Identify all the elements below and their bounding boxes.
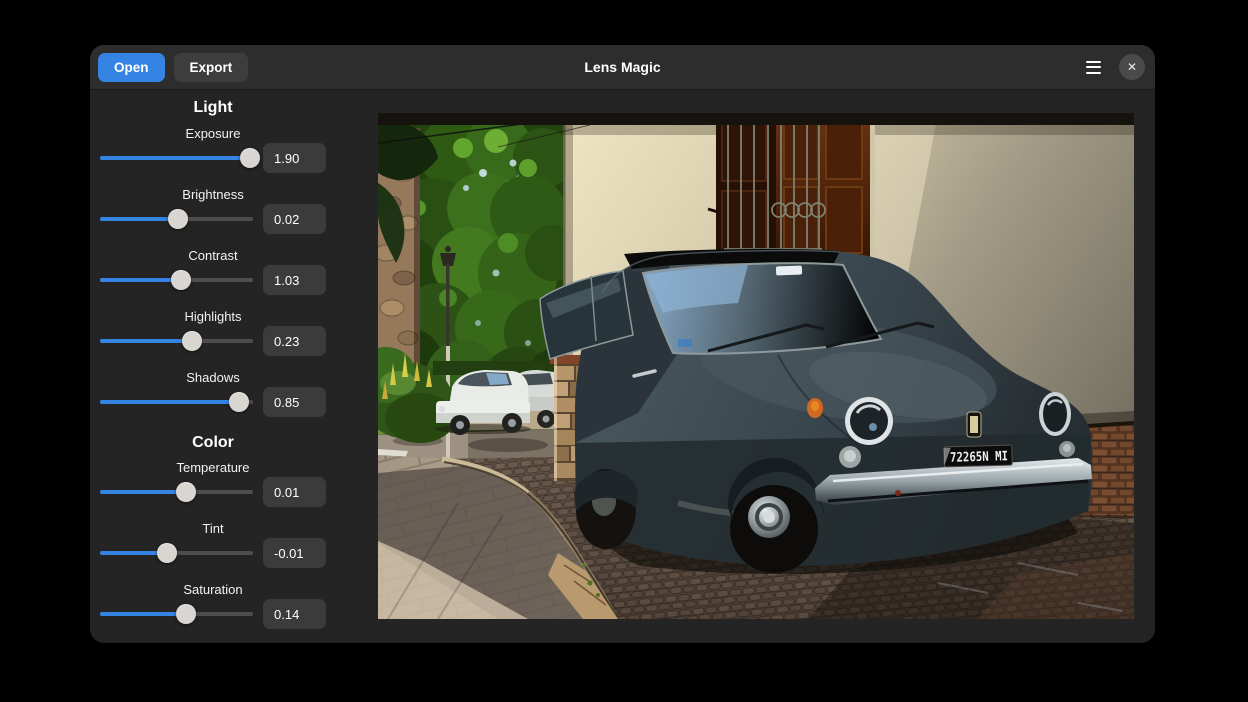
- export-button[interactable]: Export: [174, 53, 249, 82]
- exposure-slider[interactable]: [100, 143, 253, 173]
- svg-text:72265N MI: 72265N MI: [950, 449, 1008, 466]
- slider-fill: [100, 612, 186, 616]
- slider-thumb[interactable]: [171, 270, 191, 290]
- photo-svg: 72265N MI: [378, 113, 1134, 619]
- saturation-slider[interactable]: [100, 599, 253, 629]
- contrast-label: Contrast: [100, 248, 326, 264]
- door: [708, 113, 875, 268]
- exposure-label: Exposure: [100, 126, 326, 142]
- window-title: Lens Magic: [90, 59, 1155, 75]
- slider-thumb[interactable]: [229, 392, 249, 412]
- slider-thumb[interactable]: [182, 331, 202, 351]
- slider-fill: [100, 217, 178, 221]
- highlights-value[interactable]: 0.23: [263, 326, 326, 356]
- shadows-slider[interactable]: [100, 387, 253, 417]
- menu-icon[interactable]: [1080, 55, 1107, 80]
- license-plate: 72265N MI: [944, 445, 1013, 467]
- brightness-label: Brightness: [100, 187, 326, 203]
- control-exposure: Exposure 1.90: [100, 126, 350, 173]
- control-tint: Tint -0.01: [100, 521, 350, 568]
- temperature-slider[interactable]: [100, 477, 253, 507]
- slider-fill: [100, 278, 181, 282]
- slider-fill: [100, 490, 186, 494]
- control-temperature: Temperature 0.01: [100, 460, 350, 507]
- shadows-value[interactable]: 0.85: [263, 387, 326, 417]
- shadows-label: Shadows: [100, 370, 326, 386]
- header-actions: ✕: [1080, 54, 1155, 80]
- header-bar: Lens Magic Open Export ✕: [90, 45, 1155, 90]
- temperature-label: Temperature: [100, 460, 326, 476]
- close-button[interactable]: ✕: [1119, 54, 1145, 80]
- app-window: Lens Magic Open Export ✕ Light Exposure …: [90, 45, 1155, 643]
- saturation-value[interactable]: 0.14: [263, 599, 326, 629]
- section-title-color: Color: [100, 434, 326, 452]
- section-title-light: Light: [100, 99, 326, 117]
- slider-fill: [100, 156, 250, 160]
- highlights-label: Highlights: [100, 309, 326, 325]
- contrast-value[interactable]: 1.03: [263, 265, 326, 295]
- tint-value[interactable]: -0.01: [263, 538, 326, 568]
- slider-fill: [100, 400, 239, 404]
- contrast-slider[interactable]: [100, 265, 253, 295]
- photo-top-band: [378, 113, 1134, 125]
- adjustments-sidebar: Light Exposure 1.90 Brightness 0: [90, 89, 350, 643]
- slider-thumb[interactable]: [240, 148, 260, 168]
- slider-thumb[interactable]: [168, 209, 188, 229]
- control-contrast: Contrast 1.03: [100, 248, 350, 295]
- tint-label: Tint: [100, 521, 326, 537]
- slider-thumb[interactable]: [157, 543, 177, 563]
- highlights-slider[interactable]: [100, 326, 253, 356]
- saturation-label: Saturation: [100, 582, 326, 598]
- brightness-slider[interactable]: [100, 204, 253, 234]
- close-icon: ✕: [1127, 60, 1137, 74]
- control-shadows: Shadows 0.85: [100, 370, 350, 417]
- control-brightness: Brightness 0.02: [100, 187, 350, 234]
- temperature-value[interactable]: 0.01: [263, 477, 326, 507]
- tint-slider[interactable]: [100, 538, 253, 568]
- slider-thumb[interactable]: [176, 482, 196, 502]
- slider-thumb[interactable]: [176, 604, 196, 624]
- open-button[interactable]: Open: [98, 53, 165, 82]
- exposure-value[interactable]: 1.90: [263, 143, 326, 173]
- photo-preview: 72265N MI: [378, 113, 1134, 619]
- slider-fill: [100, 339, 192, 343]
- control-highlights: Highlights 0.23: [100, 309, 350, 356]
- control-saturation: Saturation 0.14: [100, 582, 350, 629]
- brightness-value[interactable]: 0.02: [263, 204, 326, 234]
